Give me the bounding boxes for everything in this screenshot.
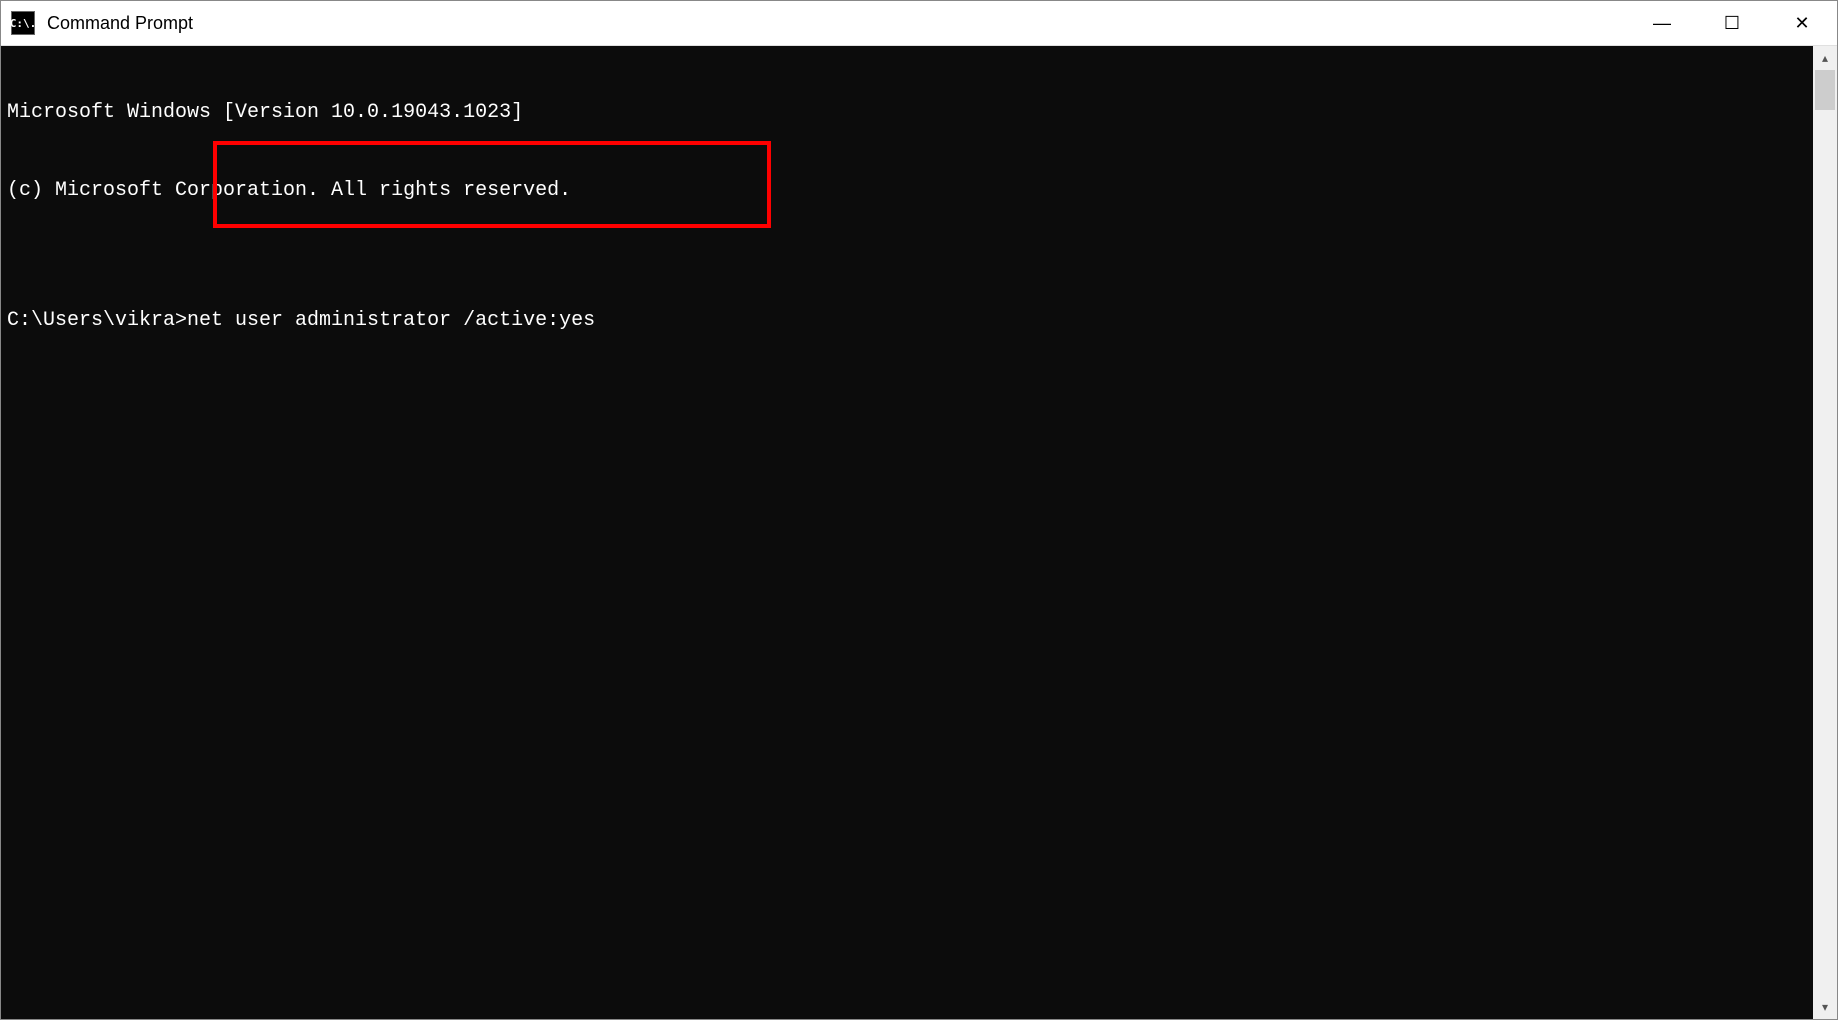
titlebar[interactable]: C:\. Command Prompt — ☐ ✕ [1,1,1837,46]
vertical-scrollbar[interactable]: ▴ ▾ [1813,46,1837,1019]
terminal-line-copyright: (c) Microsoft Corporation. All rights re… [7,178,1831,204]
minimize-button[interactable]: — [1627,1,1697,45]
maximize-button[interactable]: ☐ [1697,1,1767,45]
terminal-area[interactable]: Microsoft Windows [Version 10.0.19043.10… [1,46,1837,1019]
command-prompt-window[interactable]: C:\. Command Prompt — ☐ ✕ Microsoft Wind… [0,0,1838,1020]
scrollbar-thumb[interactable] [1815,70,1835,110]
scroll-up-button[interactable]: ▴ [1813,46,1837,70]
close-icon: ✕ [1794,13,1809,34]
scroll-down-button[interactable]: ▾ [1813,995,1837,1019]
close-button[interactable]: ✕ [1767,1,1837,45]
app-icon-wrap: C:\. [1,11,45,35]
scrollbar-track[interactable] [1813,70,1837,995]
terminal-prompt: C:\Users\vikra> [7,309,187,332]
terminal-command[interactable]: net user administrator /active:yes [187,309,595,332]
chevron-up-icon: ▴ [1822,51,1828,65]
maximize-icon: ☐ [1724,13,1740,34]
terminal-line-version: Microsoft Windows [Version 10.0.19043.10… [7,100,1831,126]
terminal-prompt-line: C:\Users\vikra>net user administrator /a… [7,308,1831,334]
window-controls: — ☐ ✕ [1627,1,1837,45]
command-prompt-icon: C:\. [11,11,35,35]
window-title: Command Prompt [45,13,1627,34]
minimize-icon: — [1653,13,1671,34]
chevron-down-icon: ▾ [1822,1000,1828,1014]
